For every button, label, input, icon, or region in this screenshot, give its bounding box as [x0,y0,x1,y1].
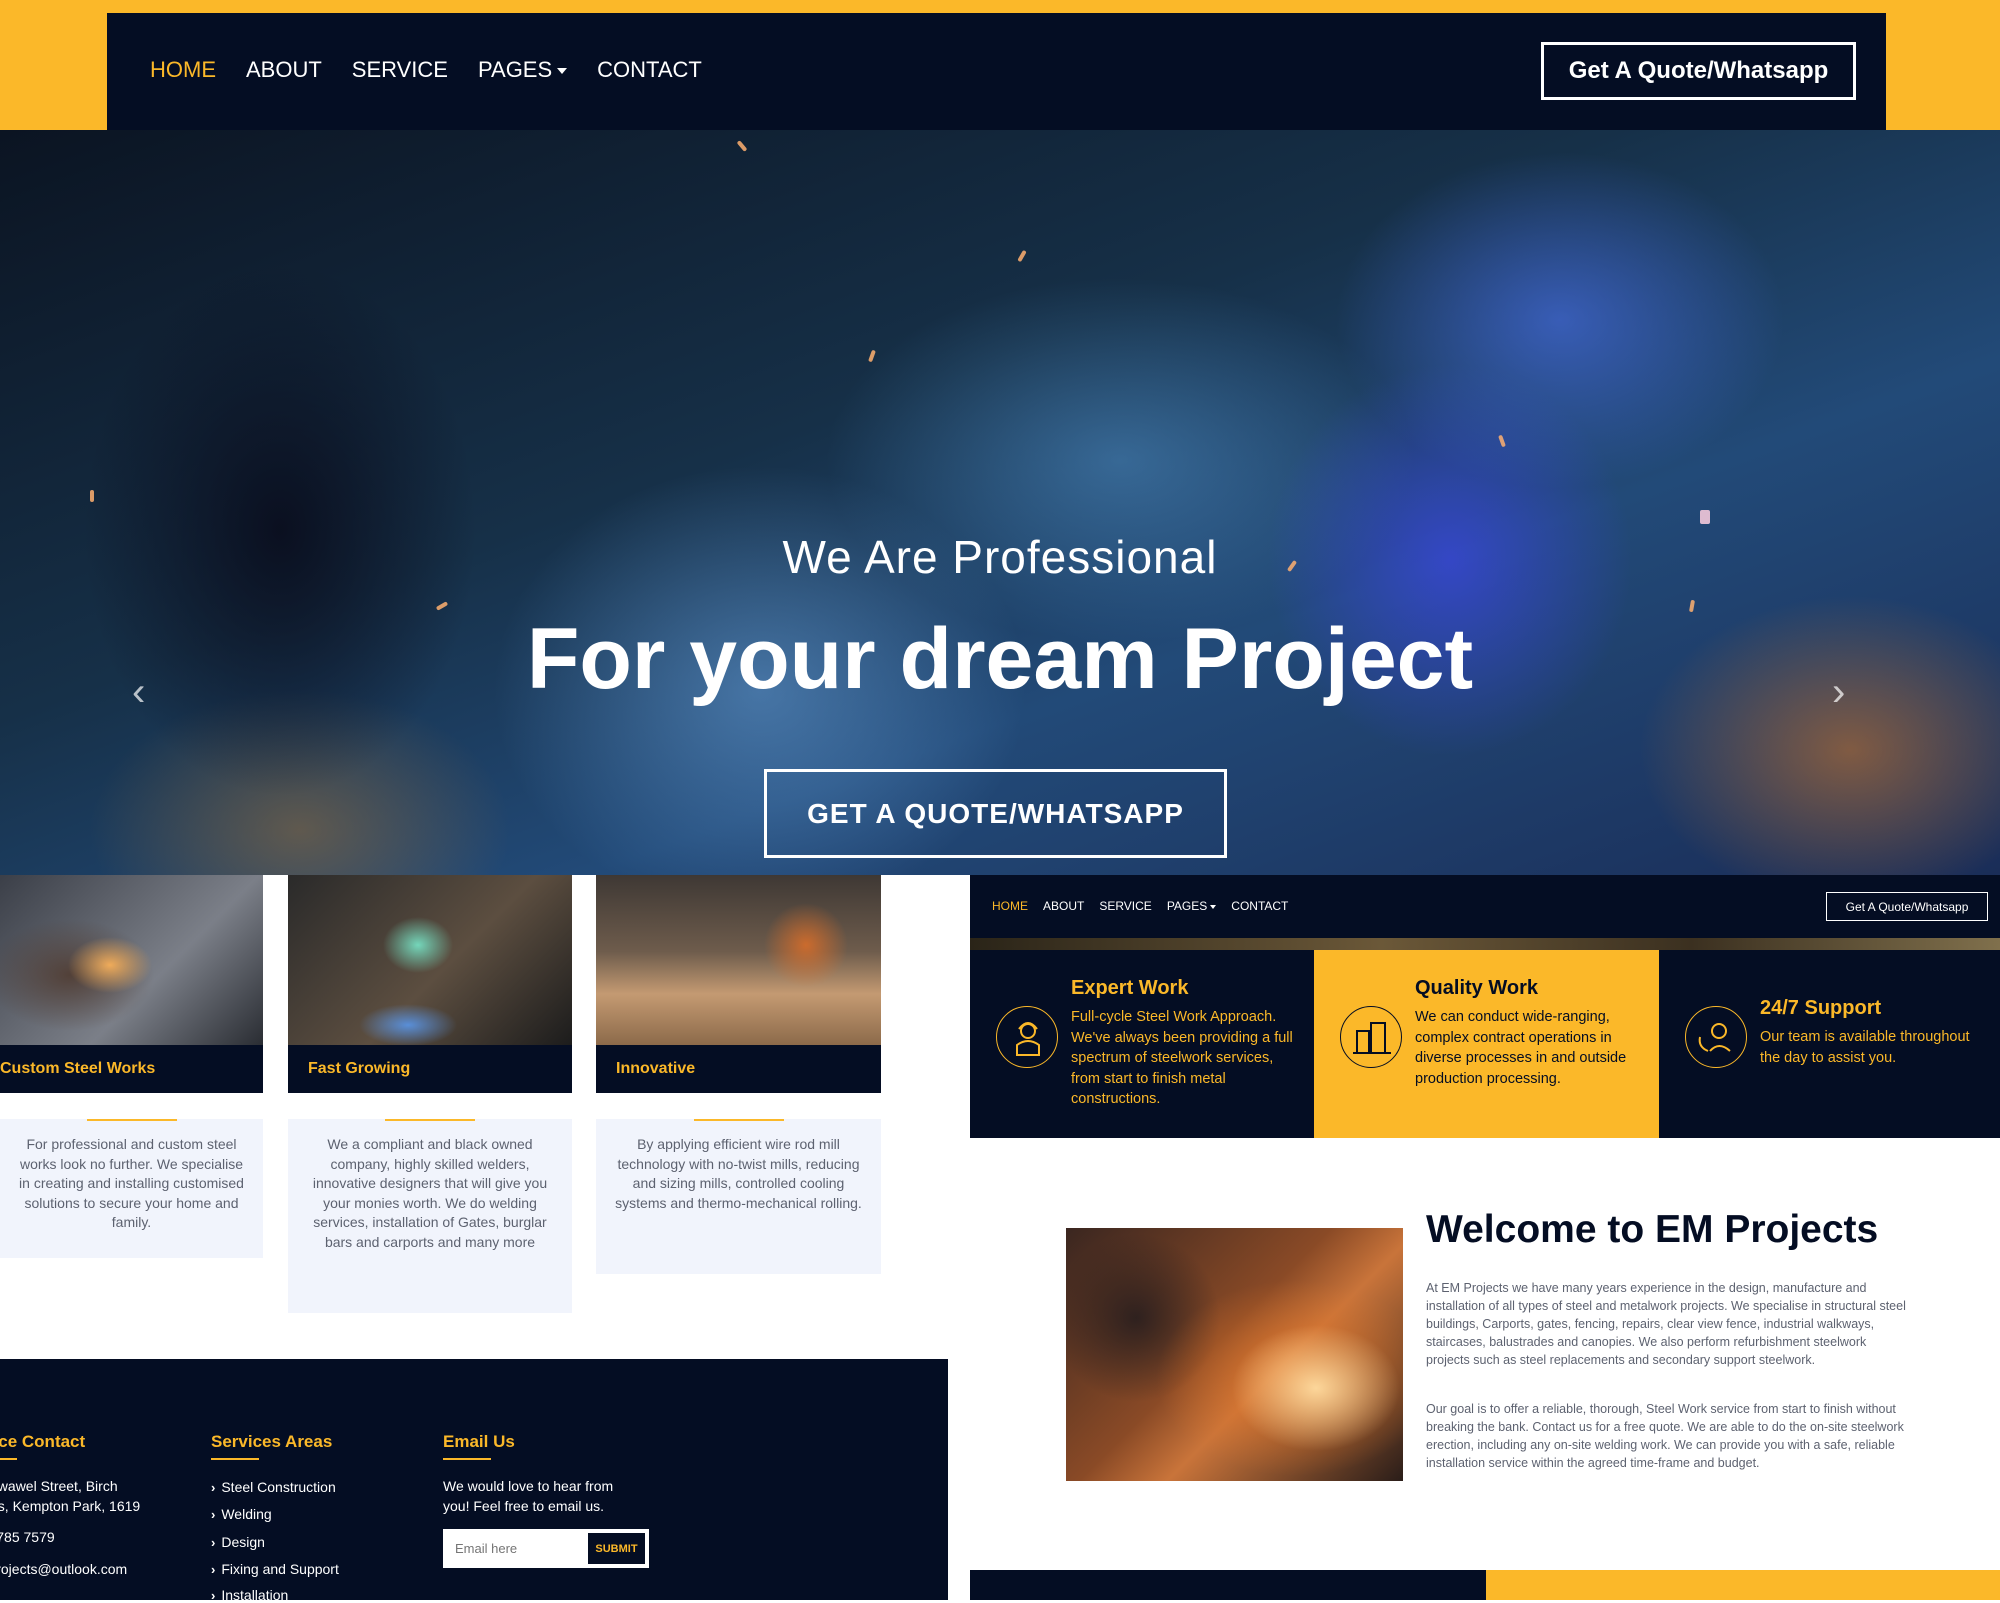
chevron-right-icon: › [211,1535,216,1550]
nav-item-contact[interactable]: CONTACT [1231,899,1288,913]
section-strip-accent [1486,1570,2000,1600]
phone-number[interactable]: 060 785 7579 [0,1529,55,1545]
service-link[interactable]: › Design [211,1534,265,1550]
nav-item-pages-label: PAGES [477,57,553,82]
footer-office-column: Office Contact 20 Swawel Street, Birch A… [0,1359,179,1600]
welcome-image [1066,1228,1403,1481]
spark-decoration [90,490,94,502]
card-custom-steel-works: Custom Steel Works For professional and … [0,875,263,1258]
card-body: By applying efficient wire rod mill tech… [596,1119,881,1274]
nav-item-home[interactable]: HOME [992,899,1028,913]
footer-heading: Office Contact [0,1432,85,1460]
spark-decoration [1498,434,1506,448]
hero-image-strip [970,938,2000,950]
spark-decoration [1700,510,1710,524]
card-body: For professional and custom steel works … [0,1119,263,1258]
divider [86,1119,177,1121]
card-image [596,875,881,1045]
newsletter-form: SUBMIT [443,1529,649,1568]
feature-support: 24/7 Support Our team is available throu… [1659,950,2000,1138]
card-image [0,875,263,1045]
nav-menu: HOME ABOUT SERVICE PAGES CONTACT [992,899,1288,913]
chevron-right-icon: › [211,1562,216,1577]
feature-title: Expert Work [1071,977,1189,999]
spark-decoration [736,140,748,152]
service-link-label: Design [221,1534,265,1550]
top-right-accent [1886,13,2000,130]
card-fast-growing: Fast Growing We a compliant and black ow… [288,875,572,1313]
card-text: By applying efficient wire rod mill tech… [615,1136,862,1211]
email-text: you! Feel free to email us. [443,1498,605,1514]
card-text: We a compliant and black owned company, … [312,1136,548,1250]
service-link-label: Installation [221,1587,289,1603]
card-title: Fast Growing [288,1045,572,1093]
welcome-title: Welcome to EM Projects [1426,1208,1879,1251]
feature-text: Our team is available throughout the day… [1760,1029,1970,1066]
get-quote-button[interactable]: Get A Quote/Whatsapp [1826,892,1988,921]
divider [385,1119,475,1121]
get-quote-button[interactable]: Get A Quote/Whatsapp [1541,42,1856,100]
caret-down-icon [557,68,568,75]
address-line: Acres, Kempton Park, 1619 [0,1498,141,1514]
footer-heading: Email Us [443,1432,515,1460]
service-link[interactable]: › Steel Construction [211,1479,336,1495]
feature-quality-work: Quality Work We can conduct wide-ranging… [1314,950,1659,1138]
card-innovative: Innovative By applying efficient wire ro… [596,875,881,1274]
card-image [288,875,572,1045]
hero-quote-button[interactable]: GET A QUOTE/WHATSAPP [764,769,1227,858]
site-footer: Office Contact 20 Swawel Street, Birch A… [0,1359,948,1603]
worker-icon [996,1006,1058,1068]
nav-item-contact[interactable]: CONTACT [597,57,702,83]
card-title: Custom Steel Works [0,1045,263,1093]
email-input[interactable] [447,1533,587,1564]
divider [693,1119,784,1121]
buildings-icon [1340,1006,1402,1068]
service-link[interactable]: › Installation [211,1587,288,1603]
chevron-right-icon: › [211,1480,216,1495]
nav-item-pages[interactable]: PAGES [1166,899,1217,913]
nav-item-pages[interactable]: PAGES [477,57,568,83]
feature-text: We can conduct wide-ranging, complex con… [1415,1009,1627,1087]
nav-item-home[interactable]: HOME [150,57,216,83]
nav-item-service[interactable]: SERVICE [1099,899,1151,913]
feature-title: 24/7 Support [1760,997,1882,1019]
service-link-label: Steel Construction [221,1479,336,1495]
feature-text: Full-cycle Steel Work Approach. We've al… [1071,1009,1293,1107]
support-agent-icon [1685,1006,1747,1068]
footer-heading: Services Areas [211,1432,332,1460]
welcome-paragraph: At EM Projects we have many years experi… [1426,1281,1906,1367]
nav-menu: HOME ABOUT SERVICE PAGES CONTACT [150,57,702,83]
card-title: Innovative [596,1045,881,1093]
hero-headline: For your dream Project [526,611,1474,707]
section-strip-dark [970,1570,1486,1600]
feature-expert-work: Expert Work Full-cycle Steel Work Approa… [970,950,1314,1138]
caret-down-icon [1210,904,1217,909]
chevron-right-icon: › [211,1588,216,1603]
service-link[interactable]: › Welding [211,1506,272,1522]
spark-decoration [868,349,876,363]
welcome-paragraph: Our goal is to offer a reliable, thoroug… [1426,1402,1904,1470]
hero-slider: ‹ › We Are Professional For your dream P… [0,130,2000,875]
secondary-navbar: HOME ABOUT SERVICE PAGES CONTACT Get A Q… [970,875,2000,938]
address-line: 20 Swawel Street, Birch [0,1478,118,1494]
chevron-right-icon: › [211,1507,216,1522]
nav-item-pages-label: PAGES [1166,899,1208,913]
nav-item-about[interactable]: ABOUT [1043,899,1084,913]
spark-decoration [1017,249,1027,263]
feature-title: Quality Work [1415,977,1538,999]
service-link-label: Fixing and Support [221,1561,339,1577]
service-link-label: Welding [221,1506,272,1522]
email-text: We would love to hear from [443,1478,614,1494]
card-text: For professional and custom steel works … [19,1136,244,1230]
submit-button[interactable]: SUBMIT [588,1533,645,1564]
nav-item-service[interactable]: SERVICE [352,57,448,83]
main-navbar: HOME ABOUT SERVICE PAGES CONTACT Get A Q… [107,13,1886,130]
service-link[interactable]: › Fixing and Support [211,1561,339,1577]
email-address[interactable]: emprojects@outlook.com [0,1561,127,1577]
nav-item-about[interactable]: ABOUT [246,57,322,83]
card-body: We a compliant and black owned company, … [288,1119,572,1313]
hero-tagline: We Are Professional [782,531,1218,583]
